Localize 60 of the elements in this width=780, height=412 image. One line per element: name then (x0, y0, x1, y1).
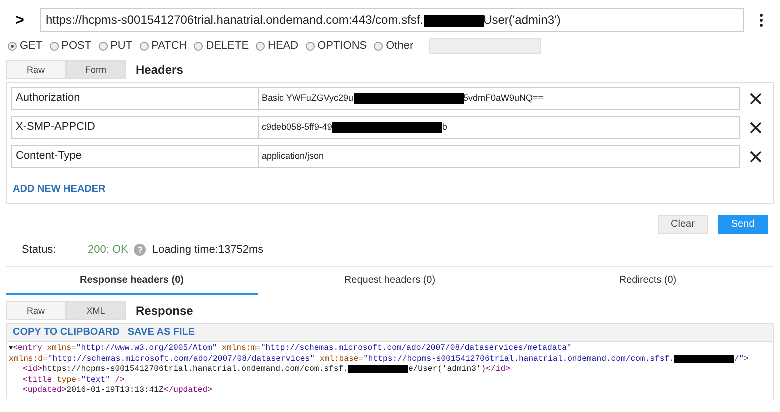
code-text: 2016-01-19T13:13:41Z (66, 386, 164, 396)
section-title: Headers (136, 62, 184, 76)
method-radio[interactable]: DELETE (194, 40, 250, 52)
code-text: https://hcpms-s0015412706trial.hanatrial.ondemand.com/com.sfsf. (42, 365, 348, 374)
mode-tab[interactable]: Form (66, 60, 126, 79)
code-text: "text" (81, 376, 110, 385)
method-radio[interactable]: PUT (98, 40, 133, 52)
code-text: /" (734, 354, 744, 364)
redaction-bar (674, 354, 734, 362)
code-text: xml:base= (318, 354, 364, 364)
code-text: <title (23, 376, 54, 385)
mode-tab[interactable]: Raw (6, 60, 66, 79)
expand-button[interactable]: > (10, 12, 30, 28)
section-title: Response (136, 304, 194, 318)
other-method-field[interactable] (428, 38, 541, 54)
action-link[interactable]: SAVE AS FILE (128, 327, 196, 338)
code-text: xmlns:d= (9, 354, 48, 364)
mode-tab[interactable]: XML (66, 301, 126, 320)
result-tab[interactable]: Redirects (0) (522, 267, 774, 295)
loading-time: Loading time:13752ms (152, 244, 264, 256)
header-name-field[interactable]: X-SMP-APPCID (11, 116, 259, 139)
method-radio[interactable]: POST (50, 40, 92, 52)
code-text: xmlns:m= (221, 344, 261, 353)
code-text: <id> (23, 365, 42, 374)
status-code: 200: OK (88, 244, 128, 256)
code-text: <updated> (23, 386, 67, 396)
code-text: type= (57, 376, 82, 385)
header-value-field[interactable]: c9deb058-5ff9-49 b (259, 116, 740, 139)
code-text: </updated> (164, 386, 212, 396)
code-text: e/User('admin3') (408, 365, 486, 374)
redaction-bar (348, 365, 408, 374)
code-text: xmlns= (47, 344, 76, 353)
method-radio[interactable]: PATCH (140, 40, 188, 52)
header-value-field[interactable]: Basic YWFuZGVyc29u 5vdmF0aW9uNQ== (259, 87, 740, 110)
close-icon[interactable] (750, 122, 762, 134)
result-tab[interactable]: Response headers (0) (6, 267, 258, 295)
status-label: Status: (22, 244, 58, 256)
method-radio[interactable]: OPTIONS (306, 40, 368, 52)
method-radio[interactable]: GET (8, 40, 43, 52)
code-text: /> (114, 376, 126, 385)
method-radio[interactable]: Other (374, 40, 414, 52)
mode-tab[interactable]: Raw (6, 301, 66, 320)
code-text: "http://schemas.microsoft.com/ado/2007/08/dataservices" (48, 354, 315, 364)
method-radio[interactable]: HEAD (256, 40, 299, 52)
header-value-field[interactable]: application/json (259, 145, 740, 168)
url-field[interactable]: https://hcpms-s0015412706trial.hanatrial.ondemand.com:443/com.sfsf. User('admin3') (40, 8, 744, 32)
result-tab[interactable]: Request headers (0) (258, 267, 522, 295)
clear-button[interactable]: Clear (658, 215, 708, 234)
action-link[interactable]: COPY TO CLIPBOARD (13, 327, 120, 338)
add-header-link[interactable]: ADD NEW HEADER (13, 184, 106, 195)
close-icon[interactable] (750, 92, 762, 104)
header-name-field[interactable]: Content-Type (11, 145, 259, 168)
code-text: > (744, 354, 750, 364)
code-text: "http://www.w3.org/2005/Atom" (76, 344, 218, 353)
code-text: <entry (13, 344, 44, 353)
close-icon[interactable] (750, 150, 762, 162)
header-name-field[interactable]: Authorization (11, 87, 259, 110)
code-text: "https://hcpms-s0015412706trial.hanatrial.ondemand.com/com.sfsf. (364, 354, 674, 364)
code-text: "http://schemas.microsoft.com/ado/2007/08/dataservices/metadata" (260, 344, 572, 353)
code-text: </id> (486, 365, 510, 374)
